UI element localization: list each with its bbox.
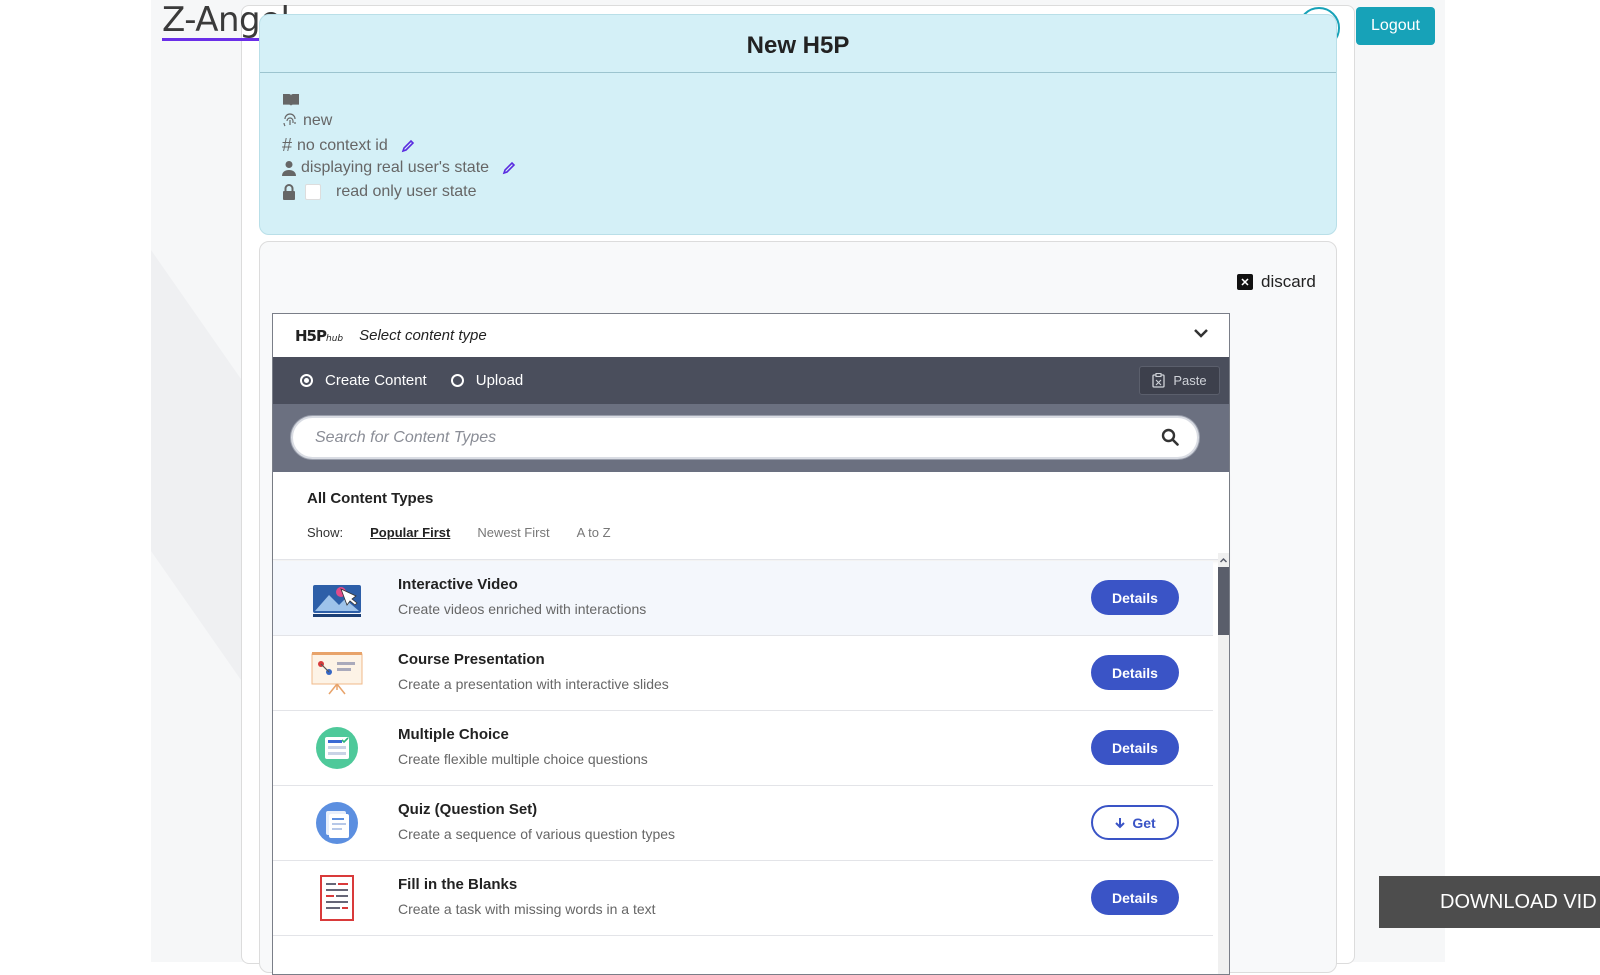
item-name: Course Presentation — [398, 651, 545, 668]
hub-header[interactable]: H5Phub Select content type — [273, 314, 1229, 357]
discard-label: discard — [1261, 272, 1316, 291]
info-book-line — [282, 93, 300, 107]
info-state-line: displaying real user's state — [282, 159, 516, 177]
user-icon — [282, 161, 296, 176]
info-readonly-line: read only user state — [282, 183, 477, 201]
course-presentation-icon — [311, 652, 363, 695]
clipboard-icon — [1152, 373, 1166, 388]
quiz-question-set-icon — [316, 802, 358, 844]
sort-az[interactable]: A to Z — [577, 525, 611, 540]
logout-button[interactable]: Logout — [1356, 7, 1435, 45]
context-text: no context id — [297, 136, 388, 154]
book-icon — [283, 94, 299, 106]
edit-context-pencil-icon[interactable] — [401, 139, 415, 153]
item-desc: Create a presentation with interactive s… — [398, 676, 669, 692]
item-desc: Create flexible multiple choice question… — [398, 751, 648, 767]
lock-icon — [283, 184, 295, 200]
chevron-down-icon[interactable] — [1193, 327, 1209, 339]
list-item[interactable]: Course Presentation Create a presentatio… — [273, 636, 1213, 711]
get-label: Get — [1132, 814, 1156, 831]
details-button[interactable]: Details — [1091, 580, 1179, 615]
scrollbar-thumb[interactable] — [1218, 567, 1229, 635]
show-label: Show: — [307, 525, 344, 540]
arrow-down-icon — [1115, 817, 1126, 828]
details-button[interactable]: Details — [1091, 880, 1179, 915]
version-text: new — [303, 112, 333, 129]
download-video-button[interactable]: DOWNLOAD VID — [1379, 876, 1600, 928]
paste-button[interactable]: Paste — [1139, 366, 1220, 395]
sort-newest[interactable]: Newest First — [477, 525, 549, 540]
multiple-choice-icon — [316, 727, 358, 769]
item-desc: Create a sequence of various question ty… — [398, 826, 676, 842]
search-input[interactable] — [313, 427, 1137, 448]
page-title: New H5P — [260, 15, 1336, 73]
interactive-video-icon — [313, 585, 361, 617]
list-item[interactable]: Quiz (Question Set) Create a sequence of… — [273, 786, 1213, 861]
hash-icon: # — [282, 135, 293, 155]
list-item[interactable]: Fill in the Blanks Create a task with mi… — [273, 861, 1213, 936]
sort-options: Show: Popular First Newest First A to Z — [307, 525, 638, 540]
list-item[interactable]: Interactive Video Create videos enriched… — [273, 561, 1213, 636]
create-radio[interactable] — [300, 374, 313, 387]
details-button[interactable]: Details — [1091, 655, 1179, 690]
select-content-type-label: Select content type — [359, 327, 487, 344]
readonly-text: read only user state — [336, 183, 477, 200]
info-panel: New H5P new # no context id displaying r… — [259, 14, 1337, 235]
tab-create-content[interactable]: Create Content — [300, 372, 427, 389]
item-desc: Create a task with missing words in a te… — [398, 901, 656, 917]
item-name: Quiz (Question Set) — [398, 801, 538, 818]
upload-label: Upload — [475, 372, 524, 389]
hub-logo-text: H5P — [295, 326, 327, 345]
info-version-line: new — [282, 112, 332, 130]
search-icon[interactable] — [1161, 428, 1179, 446]
item-name: Fill in the Blanks — [398, 876, 518, 893]
hub-logo-sub: hub — [325, 333, 344, 344]
item-name: Interactive Video — [398, 576, 518, 593]
create-label: Create Content — [325, 372, 427, 389]
tab-upload[interactable]: Upload — [450, 372, 524, 389]
state-text: displaying real user's state — [301, 159, 490, 176]
list-item[interactable]: Multiple Choice Create flexible multiple… — [273, 711, 1213, 786]
h5p-hub-logo: H5Phub — [295, 327, 343, 345]
close-icon: ✕ — [1237, 274, 1253, 290]
hub-tabs: Create Content Upload Paste — [273, 357, 1229, 404]
h5p-hub: H5Phub Select content type Create Conten… — [272, 313, 1230, 975]
info-context-line: # no context id — [282, 135, 415, 156]
item-desc: Create videos enriched with interactions — [398, 601, 647, 617]
details-button[interactable]: Details — [1091, 730, 1179, 765]
scroll-up-icon[interactable] — [1218, 555, 1229, 565]
content-types-title: All Content Types — [307, 490, 434, 507]
search-bar — [273, 404, 1229, 472]
discard-button[interactable]: ✕ discard — [1237, 272, 1316, 292]
fill-in-the-blanks-icon — [320, 875, 354, 921]
sort-popular[interactable]: Popular First — [370, 525, 450, 540]
search-box — [291, 416, 1199, 459]
upload-radio[interactable] — [450, 374, 464, 387]
fingerprint-icon — [283, 113, 296, 127]
paste-label: Paste — [1173, 373, 1207, 388]
content-types-header: All Content Types Show: Popular First Ne… — [273, 472, 1229, 560]
get-button[interactable]: Get — [1091, 805, 1179, 840]
list-scrollbar[interactable] — [1218, 553, 1229, 974]
edit-state-pencil-icon[interactable] — [502, 161, 516, 175]
readonly-checkbox[interactable] — [305, 184, 321, 200]
content-type-list: Interactive Video Create videos enriched… — [273, 561, 1213, 936]
item-name: Multiple Choice — [398, 726, 509, 743]
